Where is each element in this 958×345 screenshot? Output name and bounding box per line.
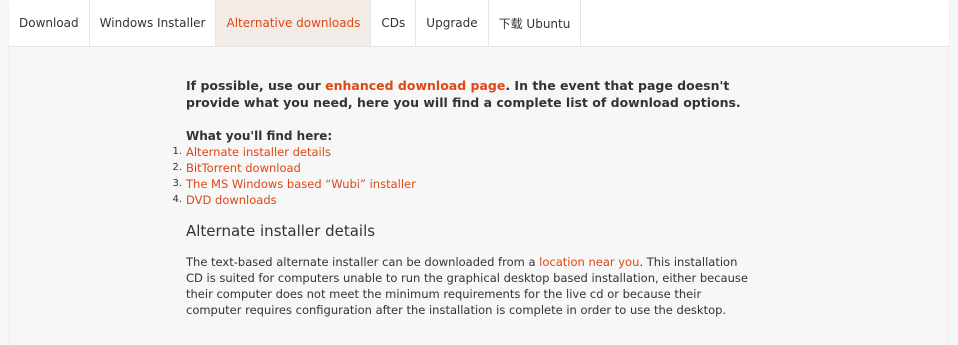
toc-number: 2.: [172, 162, 182, 173]
find-heading: What you'll find here:: [186, 129, 333, 143]
content-inner: If possible, use our enhanced download p…: [172, 77, 756, 318]
toc-number: 3.: [172, 178, 182, 189]
tab-alternative-downloads[interactable]: Alternative downloads: [216, 0, 372, 46]
intro-text: If possible, use our enhanced download p…: [186, 77, 756, 111]
body-before: The text-based alternate installer can b…: [186, 255, 540, 269]
toc-link-alternate-installer[interactable]: Alternate installer details: [186, 145, 331, 159]
location-near-you-link[interactable]: location near you: [539, 255, 639, 269]
tab-windows-installer[interactable]: Windows Installer: [90, 0, 217, 46]
toc-item: 4. DVD downloads: [172, 192, 756, 208]
toc-link-dvd[interactable]: DVD downloads: [186, 193, 277, 207]
tab-download[interactable]: Download: [9, 0, 90, 46]
toc-item: 3. The MS Windows based “Wubi” installer: [172, 176, 756, 192]
section-title: Alternate installer details: [186, 222, 376, 240]
toc-item: 2. BitTorrent download: [172, 160, 756, 176]
page: Download Windows Installer Alternative d…: [0, 0, 958, 345]
tab-bar: Download Windows Installer Alternative d…: [9, 0, 949, 47]
toc-list: 1. Alternate installer details 2. BitTor…: [172, 144, 756, 208]
enhanced-download-link[interactable]: enhanced download page: [325, 78, 505, 93]
tab-cds[interactable]: CDs: [371, 0, 417, 46]
tab-upgrade[interactable]: Upgrade: [416, 0, 489, 46]
toc-number: 4.: [172, 194, 182, 205]
toc-link-wubi[interactable]: The MS Windows based “Wubi” installer: [186, 177, 416, 191]
toc-number: 1.: [172, 146, 182, 157]
section-body: The text-based alternate installer can b…: [186, 254, 756, 318]
intro-before: If possible, use our: [186, 78, 326, 93]
toc-item: 1. Alternate installer details: [172, 144, 756, 160]
main-content: If possible, use our enhanced download p…: [9, 47, 949, 345]
tab-download-ubuntu-chinese[interactable]: 下载 Ubuntu: [489, 0, 582, 46]
toc-link-bittorrent[interactable]: BitTorrent download: [186, 161, 301, 175]
